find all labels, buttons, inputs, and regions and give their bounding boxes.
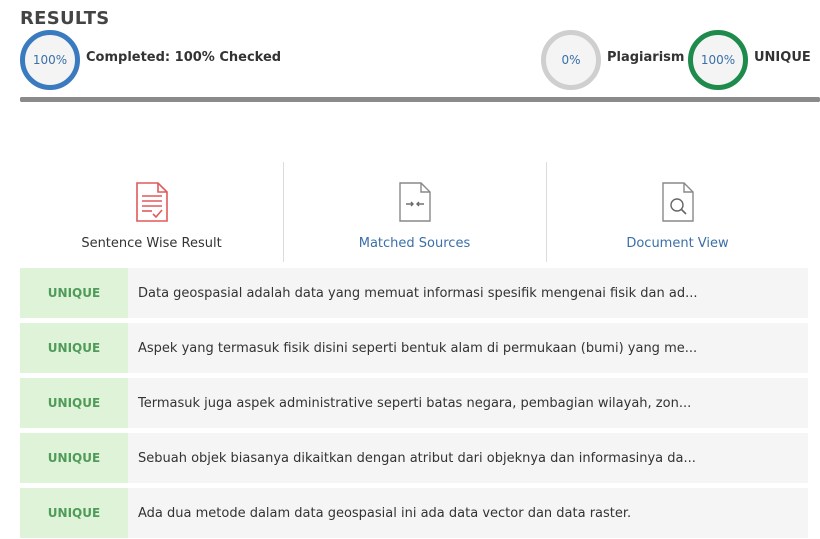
status-badge: UNIQUE xyxy=(20,378,128,428)
unique-label: UNIQUE xyxy=(754,50,811,65)
status-badge: UNIQUE xyxy=(20,323,128,373)
status-badge: UNIQUE xyxy=(20,488,128,538)
result-row[interactable]: UNIQUE Sebuah objek biasanya dikaitkan d… xyxy=(20,433,808,483)
completed-label: Completed: 100% Checked xyxy=(86,50,282,65)
tab-document-view[interactable]: Document View xyxy=(546,162,809,262)
tab-sentence-wise-result-label: Sentence Wise Result xyxy=(81,236,222,251)
plagiarism-circle: 0% xyxy=(541,30,601,90)
plagiarism-value: 0% xyxy=(561,53,581,67)
completed-circle: 100% xyxy=(20,30,80,90)
tab-sentence-wise-result[interactable]: Sentence Wise Result xyxy=(20,162,283,262)
progress-fill xyxy=(20,97,820,102)
sentence-text: Termasuk juga aspek administrative seper… xyxy=(138,395,692,411)
status-badge: UNIQUE xyxy=(20,268,128,318)
sentence-report-icon xyxy=(132,180,172,224)
result-row[interactable]: UNIQUE Data geospasial adalah data yang … xyxy=(20,268,808,318)
sentence-results-list: UNIQUE Data geospasial adalah data yang … xyxy=(20,268,808,539)
completed-value: 100% xyxy=(32,53,68,67)
sentence-text: Ada dua metode dalam data geospasial ini… xyxy=(138,505,632,521)
result-row[interactable]: UNIQUE Ada dua metode dalam data geospas… xyxy=(20,488,808,538)
tab-document-view-label: Document View xyxy=(626,236,729,251)
unique-value: 100% xyxy=(700,53,736,67)
status-badge: UNIQUE xyxy=(20,433,128,483)
result-tabs: Sentence Wise Result Matched Sources Doc… xyxy=(20,162,810,262)
result-row[interactable]: UNIQUE Aspek yang termasuk fisik disini … xyxy=(20,323,808,373)
sentence-text: Sebuah objek biasanya dikaitkan dengan a… xyxy=(138,450,696,466)
tab-matched-sources[interactable]: Matched Sources xyxy=(283,162,546,262)
unique-circle: 100% xyxy=(688,30,748,90)
matched-sources-icon xyxy=(395,180,435,224)
progress-bar xyxy=(20,97,820,102)
document-search-icon xyxy=(658,180,698,224)
sentence-text: Data geospasial adalah data yang memuat … xyxy=(138,285,698,301)
tab-matched-sources-label: Matched Sources xyxy=(358,236,471,251)
plagiarism-label: Plagiarism xyxy=(607,50,685,65)
sentence-text: Aspek yang termasuk fisik disini seperti… xyxy=(138,340,698,356)
result-row[interactable]: UNIQUE Termasuk juga aspek administrativ… xyxy=(20,378,808,428)
results-title: RESULTS xyxy=(20,8,110,29)
